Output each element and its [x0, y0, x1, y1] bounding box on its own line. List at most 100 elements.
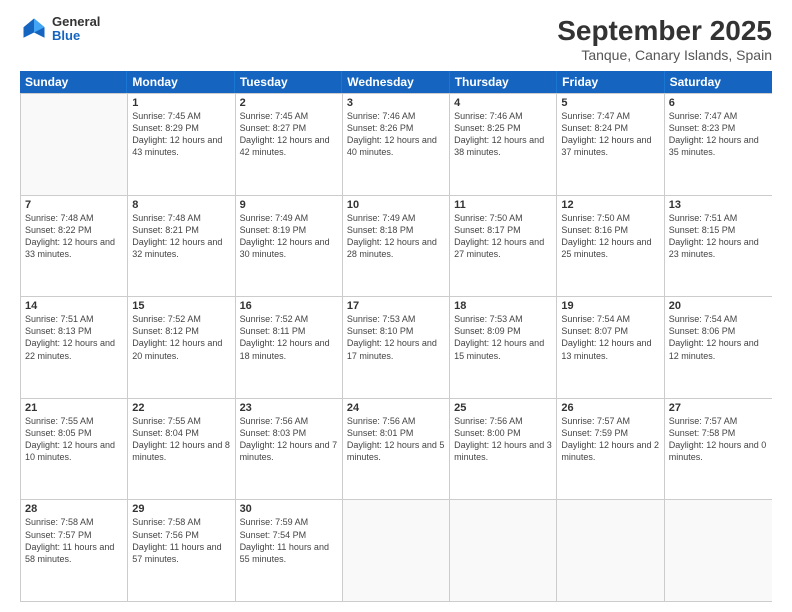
cell-info: Sunrise: 7:54 AMSunset: 8:06 PMDaylight:…	[669, 313, 768, 362]
cell-info: Sunrise: 7:57 AMSunset: 7:59 PMDaylight:…	[561, 415, 659, 464]
cell-info: Sunrise: 7:47 AMSunset: 8:23 PMDaylight:…	[669, 110, 768, 159]
day-number: 4	[454, 97, 552, 109]
calendar-cell: 30Sunrise: 7:59 AMSunset: 7:54 PMDayligh…	[236, 500, 343, 601]
cell-info: Sunrise: 7:58 AMSunset: 7:57 PMDaylight:…	[25, 516, 123, 565]
calendar-header: SundayMondayTuesdayWednesdayThursdayFrid…	[20, 71, 772, 93]
header: General Blue September 2025 Tanque, Cana…	[20, 15, 772, 63]
cell-info: Sunrise: 7:57 AMSunset: 7:58 PMDaylight:…	[669, 415, 768, 464]
weekday-header: Thursday	[450, 71, 557, 93]
cell-info: Sunrise: 7:45 AMSunset: 8:29 PMDaylight:…	[132, 110, 230, 159]
day-number: 21	[25, 402, 123, 414]
day-number: 28	[25, 503, 123, 515]
calendar-cell: 11Sunrise: 7:50 AMSunset: 8:17 PMDayligh…	[450, 196, 557, 297]
day-number: 8	[132, 199, 230, 211]
day-number: 5	[561, 97, 659, 109]
calendar-cell: 20Sunrise: 7:54 AMSunset: 8:06 PMDayligh…	[665, 297, 772, 398]
day-number: 3	[347, 97, 445, 109]
day-number: 6	[669, 97, 768, 109]
calendar-body: 1Sunrise: 7:45 AMSunset: 8:29 PMDaylight…	[20, 93, 772, 602]
weekday-header: Monday	[127, 71, 234, 93]
cell-info: Sunrise: 7:56 AMSunset: 8:00 PMDaylight:…	[454, 415, 552, 464]
calendar-row: 28Sunrise: 7:58 AMSunset: 7:57 PMDayligh…	[21, 499, 772, 601]
logo-icon	[20, 15, 48, 43]
cell-info: Sunrise: 7:49 AMSunset: 8:18 PMDaylight:…	[347, 212, 445, 261]
day-number: 17	[347, 300, 445, 312]
calendar-cell: 23Sunrise: 7:56 AMSunset: 8:03 PMDayligh…	[236, 399, 343, 500]
calendar-cell: 6Sunrise: 7:47 AMSunset: 8:23 PMDaylight…	[665, 94, 772, 195]
day-number: 2	[240, 97, 338, 109]
day-number: 20	[669, 300, 768, 312]
day-number: 9	[240, 199, 338, 211]
calendar-row: 14Sunrise: 7:51 AMSunset: 8:13 PMDayligh…	[21, 296, 772, 398]
cell-info: Sunrise: 7:48 AMSunset: 8:22 PMDaylight:…	[25, 212, 123, 261]
day-number: 26	[561, 402, 659, 414]
cell-info: Sunrise: 7:56 AMSunset: 8:03 PMDaylight:…	[240, 415, 338, 464]
calendar-cell: 9Sunrise: 7:49 AMSunset: 8:19 PMDaylight…	[236, 196, 343, 297]
page: General Blue September 2025 Tanque, Cana…	[0, 0, 792, 612]
day-number: 7	[25, 199, 123, 211]
calendar-cell	[557, 500, 664, 601]
weekday-header: Friday	[557, 71, 664, 93]
cell-info: Sunrise: 7:53 AMSunset: 8:09 PMDaylight:…	[454, 313, 552, 362]
title-block: September 2025 Tanque, Canary Islands, S…	[557, 15, 772, 63]
cell-info: Sunrise: 7:46 AMSunset: 8:26 PMDaylight:…	[347, 110, 445, 159]
calendar-cell: 29Sunrise: 7:58 AMSunset: 7:56 PMDayligh…	[128, 500, 235, 601]
calendar-cell: 21Sunrise: 7:55 AMSunset: 8:05 PMDayligh…	[21, 399, 128, 500]
calendar-row: 21Sunrise: 7:55 AMSunset: 8:05 PMDayligh…	[21, 398, 772, 500]
cell-info: Sunrise: 7:49 AMSunset: 8:19 PMDaylight:…	[240, 212, 338, 261]
cell-info: Sunrise: 7:52 AMSunset: 8:11 PMDaylight:…	[240, 313, 338, 362]
day-number: 18	[454, 300, 552, 312]
calendar-cell: 25Sunrise: 7:56 AMSunset: 8:00 PMDayligh…	[450, 399, 557, 500]
calendar-cell: 10Sunrise: 7:49 AMSunset: 8:18 PMDayligh…	[343, 196, 450, 297]
calendar-cell: 16Sunrise: 7:52 AMSunset: 8:11 PMDayligh…	[236, 297, 343, 398]
calendar-cell: 15Sunrise: 7:52 AMSunset: 8:12 PMDayligh…	[128, 297, 235, 398]
logo-general: General	[52, 15, 100, 29]
day-number: 19	[561, 300, 659, 312]
calendar-cell	[665, 500, 772, 601]
calendar-cell: 22Sunrise: 7:55 AMSunset: 8:04 PMDayligh…	[128, 399, 235, 500]
calendar-cell	[21, 94, 128, 195]
day-number: 10	[347, 199, 445, 211]
day-number: 13	[669, 199, 768, 211]
calendar-cell: 3Sunrise: 7:46 AMSunset: 8:26 PMDaylight…	[343, 94, 450, 195]
cell-info: Sunrise: 7:50 AMSunset: 8:17 PMDaylight:…	[454, 212, 552, 261]
day-number: 15	[132, 300, 230, 312]
calendar-cell: 2Sunrise: 7:45 AMSunset: 8:27 PMDaylight…	[236, 94, 343, 195]
cell-info: Sunrise: 7:54 AMSunset: 8:07 PMDaylight:…	[561, 313, 659, 362]
cell-info: Sunrise: 7:58 AMSunset: 7:56 PMDaylight:…	[132, 516, 230, 565]
cell-info: Sunrise: 7:48 AMSunset: 8:21 PMDaylight:…	[132, 212, 230, 261]
weekday-header: Saturday	[665, 71, 772, 93]
calendar-cell: 5Sunrise: 7:47 AMSunset: 8:24 PMDaylight…	[557, 94, 664, 195]
day-number: 14	[25, 300, 123, 312]
cell-info: Sunrise: 7:56 AMSunset: 8:01 PMDaylight:…	[347, 415, 445, 464]
calendar-cell	[343, 500, 450, 601]
day-number: 24	[347, 402, 445, 414]
calendar-cell: 18Sunrise: 7:53 AMSunset: 8:09 PMDayligh…	[450, 297, 557, 398]
day-number: 25	[454, 402, 552, 414]
logo: General Blue	[20, 15, 100, 44]
day-number: 16	[240, 300, 338, 312]
calendar-row: 7Sunrise: 7:48 AMSunset: 8:22 PMDaylight…	[21, 195, 772, 297]
calendar-cell: 12Sunrise: 7:50 AMSunset: 8:16 PMDayligh…	[557, 196, 664, 297]
day-number: 30	[240, 503, 338, 515]
calendar-cell: 28Sunrise: 7:58 AMSunset: 7:57 PMDayligh…	[21, 500, 128, 601]
calendar-cell: 13Sunrise: 7:51 AMSunset: 8:15 PMDayligh…	[665, 196, 772, 297]
cell-info: Sunrise: 7:55 AMSunset: 8:04 PMDaylight:…	[132, 415, 230, 464]
day-number: 27	[669, 402, 768, 414]
day-number: 29	[132, 503, 230, 515]
calendar-cell: 24Sunrise: 7:56 AMSunset: 8:01 PMDayligh…	[343, 399, 450, 500]
cell-info: Sunrise: 7:47 AMSunset: 8:24 PMDaylight:…	[561, 110, 659, 159]
logo-blue: Blue	[52, 29, 100, 43]
day-number: 23	[240, 402, 338, 414]
weekday-header: Sunday	[20, 71, 127, 93]
day-number: 22	[132, 402, 230, 414]
cell-info: Sunrise: 7:50 AMSunset: 8:16 PMDaylight:…	[561, 212, 659, 261]
calendar-cell: 26Sunrise: 7:57 AMSunset: 7:59 PMDayligh…	[557, 399, 664, 500]
day-number: 12	[561, 199, 659, 211]
day-number: 11	[454, 199, 552, 211]
cell-info: Sunrise: 7:51 AMSunset: 8:13 PMDaylight:…	[25, 313, 123, 362]
calendar-row: 1Sunrise: 7:45 AMSunset: 8:29 PMDaylight…	[21, 93, 772, 195]
calendar-cell: 19Sunrise: 7:54 AMSunset: 8:07 PMDayligh…	[557, 297, 664, 398]
cell-info: Sunrise: 7:52 AMSunset: 8:12 PMDaylight:…	[132, 313, 230, 362]
cell-info: Sunrise: 7:46 AMSunset: 8:25 PMDaylight:…	[454, 110, 552, 159]
